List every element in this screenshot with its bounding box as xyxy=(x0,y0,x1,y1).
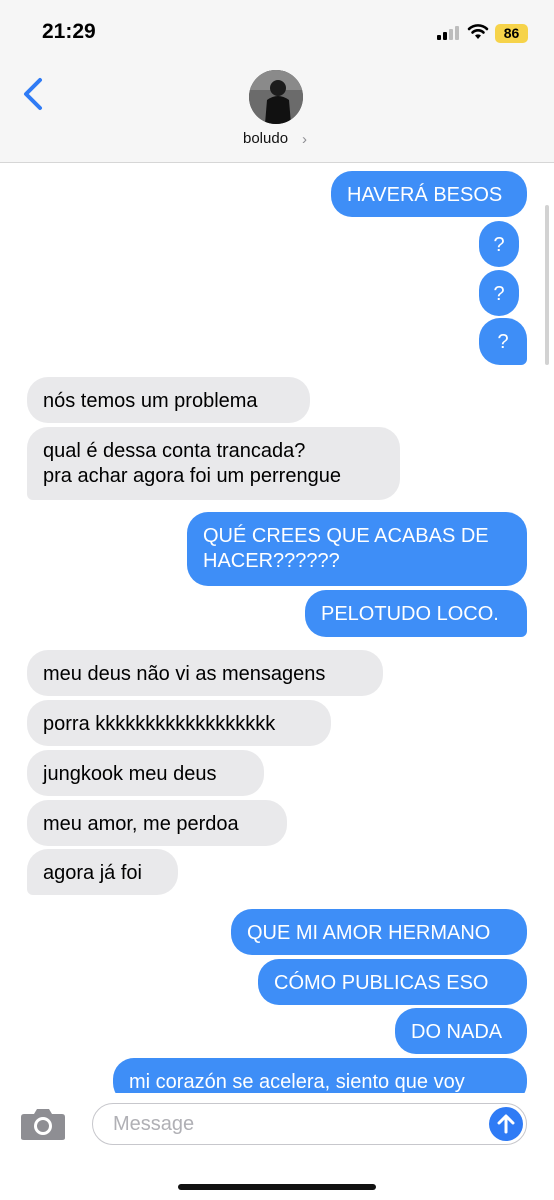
status-bar: 21:29 86 xyxy=(0,0,554,60)
message-bubble-outgoing[interactable]: HAVERÁ BESOS xyxy=(331,171,527,217)
send-button[interactable] xyxy=(489,1107,523,1141)
compose-bar: Message xyxy=(0,1093,554,1200)
message-bubble-incoming[interactable]: nós temos um problema xyxy=(27,377,310,423)
message-bubble-outgoing[interactable]: ? xyxy=(479,318,527,365)
message-bubble-outgoing[interactable]: ? xyxy=(479,270,519,316)
message-bubble-outgoing[interactable]: PELOTUDO LOCO. xyxy=(305,590,527,637)
message-bubble-incoming[interactable]: jungkook meu deus xyxy=(27,750,264,796)
avatar-photo-icon xyxy=(249,70,303,124)
message-bubble-incoming[interactable]: meu deus não vi as mensagens xyxy=(27,650,383,696)
scrollbar[interactable] xyxy=(545,205,549,365)
camera-icon[interactable] xyxy=(20,1107,66,1141)
message-bubble-outgoing[interactable]: CÓMO PUBLICAS ESO xyxy=(258,959,527,1005)
message-bubble-outgoing[interactable]: mi corazón se acelera, siento que voy xyxy=(113,1058,527,1093)
message-bubble-outgoing[interactable]: QUE MI AMOR HERMANO xyxy=(231,909,527,955)
message-bubble-outgoing[interactable]: QUÉ CREES QUE ACABAS DE HACER?????? xyxy=(187,512,527,586)
message-bubble-incoming[interactable]: porra kkkkkkkkkkkkkkkkkk xyxy=(27,700,331,746)
arrow-up-icon xyxy=(497,1114,515,1134)
battery-icon: 86 xyxy=(495,24,528,43)
message-thread: HAVERÁ BESOS ? ? ? nós temos um problema… xyxy=(0,163,554,1093)
conversation-header: boludo › xyxy=(0,60,554,163)
cellular-signal-icon xyxy=(437,26,459,40)
wifi-icon xyxy=(467,24,489,39)
message-bubble-incoming[interactable]: qual é dessa conta trancada? pra achar a… xyxy=(27,427,400,500)
message-input[interactable]: Message xyxy=(92,1103,527,1145)
message-bubble-outgoing[interactable]: DO NADA xyxy=(395,1008,527,1054)
message-bubble-outgoing[interactable]: ? xyxy=(479,221,519,267)
message-bubble-incoming[interactable]: meu amor, me perdoa xyxy=(27,800,287,846)
chevron-right-icon[interactable]: › xyxy=(302,131,307,148)
message-bubble-incoming[interactable]: agora já foi xyxy=(27,849,178,895)
contact-avatar[interactable] xyxy=(249,70,303,124)
contact-name[interactable]: boludo xyxy=(243,130,288,147)
status-time: 21:29 xyxy=(42,20,96,43)
home-indicator xyxy=(178,1184,376,1190)
back-chevron-icon[interactable] xyxy=(16,74,50,114)
message-input-placeholder: Message xyxy=(113,1113,195,1135)
battery-level: 86 xyxy=(503,25,520,41)
